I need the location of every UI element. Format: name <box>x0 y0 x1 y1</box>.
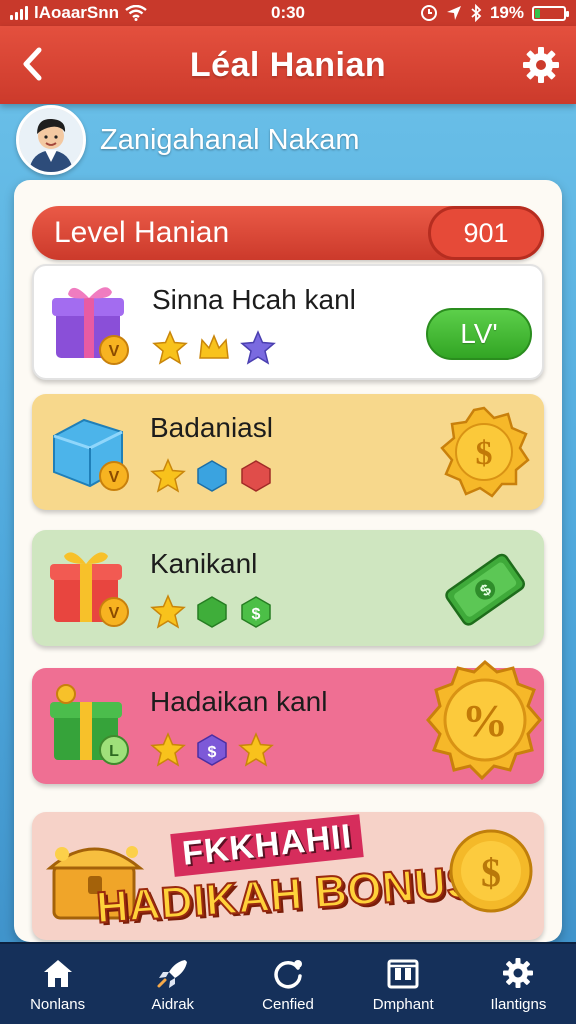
bottom-nav: Nonlans Aidrak Cenfied Dmphant Ilantigns <box>0 942 576 1024</box>
clock-label: 0:30 <box>270 3 306 22</box>
purple-dollar-icon: $ <box>197 734 227 766</box>
gold-coin-icon[interactable]: % <box>420 656 550 786</box>
svg-text:$: $ <box>476 435 493 472</box>
carrier-label: lAoaarSnn <box>34 3 120 22</box>
nav-item-calendar[interactable]: Dmphant <box>346 944 461 1024</box>
level-banner: Level Hanian 901 <box>32 206 544 260</box>
task-card[interactable]: L Hadaikan kanl $ % <box>32 660 544 784</box>
level-claim-button[interactable]: LV' <box>426 308 532 360</box>
chevron-left-icon <box>23 47 42 81</box>
star-icon <box>238 732 274 767</box>
bonus-banner[interactable]: FKKHAHII HADIKAH BONUS! $ <box>32 812 544 940</box>
calendar-icon <box>387 959 419 988</box>
task-title: Hadaikan kanl <box>150 686 328 717</box>
page-title: Léal Hanian <box>189 45 387 84</box>
svg-text:V: V <box>109 605 120 622</box>
green-dollar-icon: $ <box>241 596 271 628</box>
app-header: Léal Hanian <box>0 26 576 104</box>
user-profile[interactable]: Zanigahanal Nakam <box>16 104 360 176</box>
svg-text:V: V <box>109 343 120 360</box>
nav-label: Ilantigns <box>490 995 547 1013</box>
task-card[interactable]: V Kanikanl $ $ <box>32 530 544 646</box>
bluetooth-icon <box>471 4 482 22</box>
levels-panel: Level Hanian 901 V Sinna Hcah kanl LV' V <box>14 180 562 942</box>
gift-box-icon: V <box>52 287 129 365</box>
star-rating: $ <box>150 594 274 630</box>
blue-gem-icon <box>197 460 227 492</box>
settings-button[interactable] <box>518 42 564 88</box>
rocket-icon <box>157 959 187 988</box>
level-value-badge: 901 <box>428 206 544 260</box>
task-title: Badaniasl <box>150 412 273 443</box>
nav-label: Cenfied <box>262 995 314 1013</box>
blue-box-icon: V <box>53 418 129 491</box>
star-rating: $ <box>150 732 274 768</box>
wifi-icon <box>125 5 147 21</box>
star-icon <box>152 330 188 365</box>
home-icon <box>43 959 72 987</box>
bonus-title: HADIKAH BONUS! <box>94 855 494 933</box>
svg-text:$: $ <box>481 850 501 895</box>
nav-item-home[interactable]: Nonlans <box>0 944 115 1024</box>
status-bar: lAoaarSnn 0:30 19% <box>0 0 576 26</box>
star-icon <box>150 732 186 767</box>
user-name: Zanigahanal Nakam <box>100 123 360 156</box>
avatar <box>16 105 86 175</box>
star-rating <box>152 330 276 366</box>
svg-text:$: $ <box>208 744 217 761</box>
nav-item-settings[interactable]: Ilantigns <box>461 944 576 1024</box>
task-card[interactable]: V Badaniasl $ <box>32 394 544 510</box>
battery-icon <box>532 5 569 21</box>
star-rating <box>150 458 274 494</box>
dollar-coin-icon: $ <box>449 829 533 913</box>
nav-item-rocket[interactable]: Aidrak <box>115 944 230 1024</box>
gear-icon <box>523 47 559 83</box>
nav-label: Dmphant <box>372 995 434 1013</box>
battery-percent: 19% <box>489 3 524 22</box>
star-icon <box>150 458 186 493</box>
red-gem-icon <box>241 460 271 492</box>
nav-label: Aidrak <box>151 995 195 1013</box>
green-gift-icon: L <box>50 684 129 765</box>
back-button[interactable] <box>12 40 52 88</box>
level-title: Level Hanian <box>54 216 230 249</box>
task-title: Kanikanl <box>150 548 258 579</box>
green-gem-icon <box>197 596 227 628</box>
gold-seal-icon[interactable]: $ <box>434 402 534 502</box>
crown-icon <box>199 334 229 359</box>
signal-icon <box>10 6 28 20</box>
location-icon <box>446 6 461 20</box>
gear-icon <box>503 957 534 988</box>
alarm-icon <box>420 5 437 21</box>
star-icon <box>240 330 276 365</box>
refresh-icon <box>274 959 302 988</box>
task-title: Sinna Hcah kanl <box>152 284 356 315</box>
nav-label: Nonlans <box>30 995 86 1013</box>
cash-icon[interactable]: $ <box>434 538 534 638</box>
task-card[interactable]: V Sinna Hcah kanl LV' <box>32 264 544 380</box>
svg-text:V: V <box>109 469 120 486</box>
svg-text:L: L <box>109 743 119 760</box>
red-gift-icon: V <box>50 552 129 627</box>
nav-item-refresh[interactable]: Cenfied <box>230 944 345 1024</box>
svg-text:$: $ <box>252 606 261 623</box>
svg-text:%: % <box>462 695 508 746</box>
star-icon <box>150 594 186 629</box>
